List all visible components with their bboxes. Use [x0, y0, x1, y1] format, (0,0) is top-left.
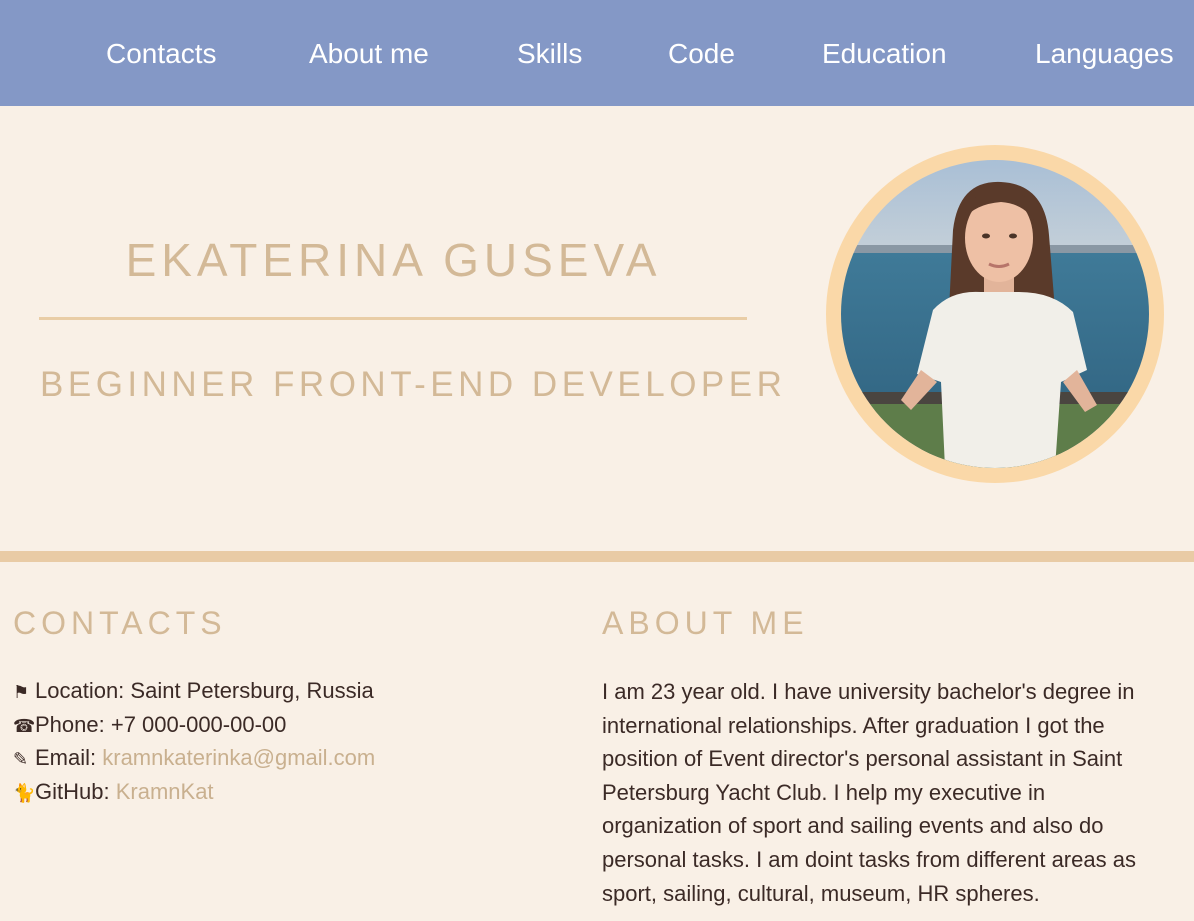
section-divider	[0, 551, 1194, 562]
nav-item-skills[interactable]: Skills	[517, 36, 582, 72]
avatar-frame	[826, 145, 1164, 483]
github-label: GitHub:	[35, 779, 110, 804]
person-name: EKATERINA GUSEVA	[125, 234, 662, 286]
github-link[interactable]: KramnKat	[116, 779, 214, 804]
location-value: Saint Petersburg, Russia	[130, 678, 374, 703]
top-navigation: Contacts About me Skills Code Education …	[0, 0, 1194, 106]
nav-item-about-me[interactable]: About me	[309, 36, 429, 72]
nav-item-contacts[interactable]: Contacts	[106, 36, 217, 72]
about-heading: ABOUT ME	[602, 605, 809, 641]
avatar	[841, 160, 1149, 468]
job-title: BEGINNER FRONT-END DEVELOPER	[40, 365, 787, 404]
nav-item-code[interactable]: Code	[668, 36, 735, 72]
contact-location: ⚑ Location: Saint Petersburg, Russia	[13, 676, 374, 707]
pencil-icon: ✎	[13, 749, 29, 769]
phone-label: Phone:	[35, 712, 105, 737]
email-link[interactable]: kramnkaterinka@gmail.com	[102, 745, 375, 770]
nav-item-languages[interactable]: Languages	[1035, 36, 1174, 72]
portrait-illustration	[841, 160, 1149, 468]
phone-icon: ☎	[13, 716, 36, 736]
hero-section: EKATERINA GUSEVA BEGINNER FRONT-END DEVE…	[0, 106, 1194, 551]
about-paragraph: I am 23 year old. I have university bach…	[602, 679, 1136, 906]
contacts-heading: CONTACTS	[13, 605, 227, 641]
github-icon: 🐈	[13, 783, 36, 803]
location-label: Location:	[35, 678, 125, 703]
flag-icon: ⚑	[13, 682, 30, 702]
contact-phone: ☎Phone: +7 000-000-00-00	[13, 710, 286, 741]
contact-email: ✎ Email: kramnkaterinka@gmail.com	[13, 743, 375, 774]
nav-item-education[interactable]: Education	[822, 36, 947, 72]
name-underline-divider	[39, 317, 747, 320]
email-label: Email:	[35, 745, 97, 770]
contact-github: 🐈GitHub: KramnKat	[13, 777, 214, 808]
phone-value: +7 000-000-00-00	[110, 712, 287, 737]
